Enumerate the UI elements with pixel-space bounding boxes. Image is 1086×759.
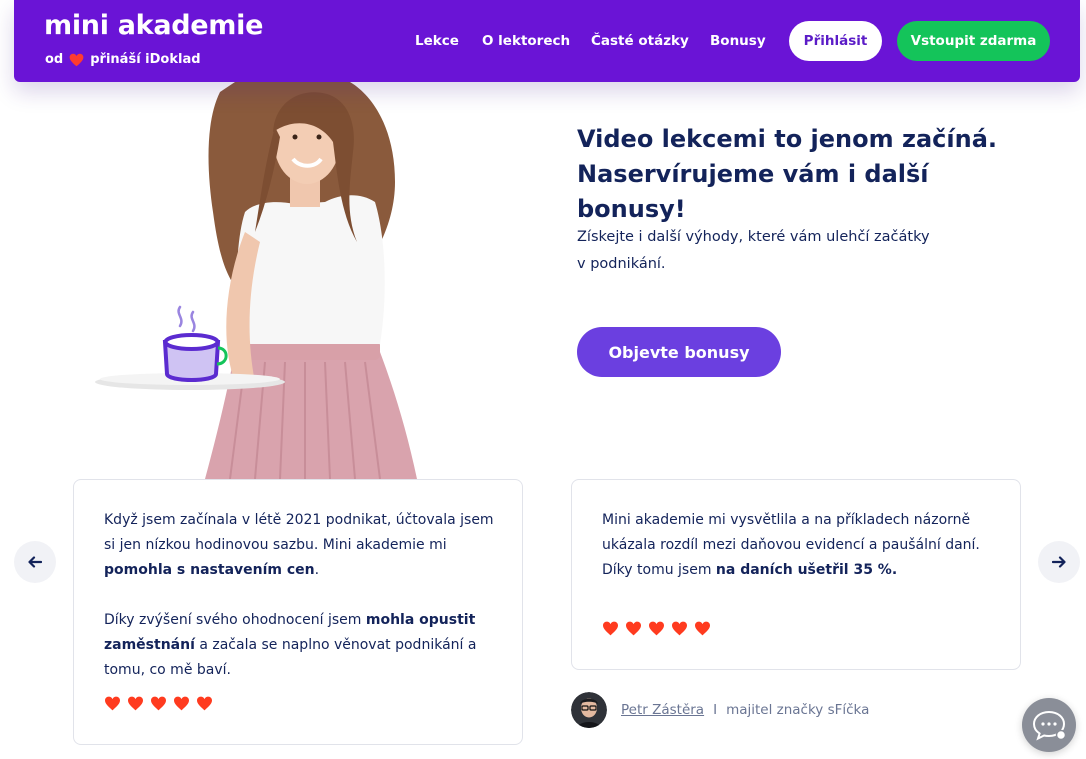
testimonial-paragraph: Mini akademie mi vysvětlila a na příklad… [602, 508, 994, 583]
text-segment: Díky zvýšení svého ohodnocení jsem [104, 612, 366, 628]
author-name-link[interactable]: Petr Zástěra [621, 702, 704, 718]
nav-o-lektorech[interactable]: O lektorech [482, 33, 570, 49]
heart-icon [128, 696, 143, 711]
heart-icon [151, 696, 166, 711]
hero-title-line1: Video lekcemi to jenom začíná. [577, 125, 998, 153]
author-role: majitel značky sFíčka [726, 702, 870, 718]
chat-bubble-icon [1032, 710, 1067, 741]
arrow-left-icon [28, 556, 42, 568]
hero-title-line2: Naservírujeme vám i další bonusy! [577, 160, 929, 223]
testimonial-text: Mini akademie mi vysvětlila a na příklad… [602, 508, 994, 583]
rating-hearts [104, 696, 213, 711]
heart-icon [626, 621, 641, 636]
hero-text-line2: v podnikání. [577, 256, 666, 272]
carousel-prev-button[interactable] [14, 541, 56, 583]
hero-illustration [95, 82, 417, 479]
logo-sub-prefix: od [45, 52, 64, 67]
arrow-right-icon [1052, 556, 1066, 568]
heart-icon [672, 621, 687, 636]
hero-description: Získejte i další výhody, které vám ulehč… [577, 224, 957, 278]
testimonial-author: Petr Zástěra I majitel značky sFíčka [571, 692, 869, 728]
heart-icon [197, 696, 212, 711]
heart-icon [69, 53, 84, 66]
carousel-next-button[interactable] [1038, 541, 1080, 583]
testimonial-paragraph: Když jsem začínala v létě 2021 podnikat,… [104, 508, 496, 583]
heart-icon [105, 696, 120, 711]
testimonial-paragraph: Díky zvýšení svého ohodnocení jsem mohla… [104, 608, 496, 683]
login-button[interactable]: Přihlásit [789, 21, 882, 61]
text-segment: . [891, 562, 898, 578]
chat-widget-button[interactable] [1022, 698, 1076, 752]
nav-caste-otazky[interactable]: Časté otázky [591, 33, 689, 49]
hero-title: Video lekcemi to jenom začíná. Naservíru… [577, 122, 1037, 227]
heart-icon [603, 621, 618, 636]
testimonial-card: Mini akademie mi vysvětlila a na příklad… [571, 479, 1021, 670]
heart-icon [174, 696, 189, 711]
discover-bonuses-button[interactable]: Objevte bonusy [577, 327, 781, 377]
rating-hearts [602, 621, 711, 636]
text-highlight: na daních ušetřil 35 % [715, 562, 892, 578]
avatar [571, 692, 607, 728]
nav-lekce[interactable]: Lekce [415, 33, 459, 49]
author-separator: I [713, 702, 718, 718]
logo-title[interactable]: mini akademie [44, 10, 263, 41]
hero-text-line1: Získejte i další výhody, které vám ulehč… [577, 229, 930, 245]
testimonial-card: Když jsem začínala v létě 2021 podnikat,… [73, 479, 523, 745]
site-header: mini akademie od přináší iDoklad Lekce O… [14, 0, 1080, 82]
text-highlight: pomohla s nastavením cen [104, 562, 315, 578]
heart-icon [649, 621, 664, 636]
text-segment: Když jsem začínala v létě 2021 podnikat,… [104, 512, 494, 553]
join-free-button[interactable]: Vstoupit zdarma [897, 21, 1050, 61]
nav-bonusy[interactable]: Bonusy [710, 33, 766, 49]
heart-icon [695, 621, 710, 636]
text-segment: . [314, 562, 320, 578]
logo-sub-suffix: přináší iDoklad [90, 52, 201, 67]
testimonial-text: Když jsem začínala v létě 2021 podnikat,… [104, 508, 496, 683]
logo-subtitle: od přináší iDoklad [45, 52, 201, 67]
